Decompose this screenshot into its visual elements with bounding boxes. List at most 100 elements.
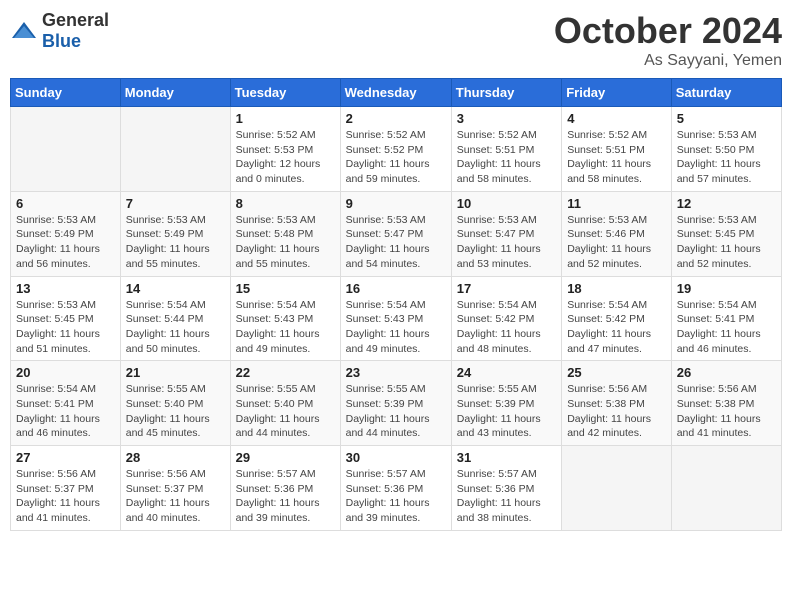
day-info: Sunrise: 5:53 AM Sunset: 5:49 PM Dayligh… [16,213,115,272]
calendar-cell: 4 Sunrise: 5:52 AM Sunset: 5:51 PM Daylig… [562,107,672,192]
title-area: October 2024 As Sayyani, Yemen [554,10,782,70]
day-info: Sunrise: 5:52 AM Sunset: 5:51 PM Dayligh… [457,128,556,187]
day-info: Sunrise: 5:54 AM Sunset: 5:41 PM Dayligh… [16,382,115,441]
day-info: Sunrise: 5:53 AM Sunset: 5:47 PM Dayligh… [346,213,446,272]
day-number: 19 [677,281,776,296]
day-info: Sunrise: 5:52 AM Sunset: 5:53 PM Dayligh… [236,128,335,187]
day-info: Sunrise: 5:57 AM Sunset: 5:36 PM Dayligh… [457,467,556,526]
day-info: Sunrise: 5:54 AM Sunset: 5:43 PM Dayligh… [346,298,446,357]
day-number: 26 [677,365,776,380]
day-info: Sunrise: 5:54 AM Sunset: 5:42 PM Dayligh… [457,298,556,357]
day-number: 8 [236,196,335,211]
day-number: 15 [236,281,335,296]
day-number: 5 [677,111,776,126]
day-info: Sunrise: 5:55 AM Sunset: 5:40 PM Dayligh… [126,382,225,441]
calendar-cell: 23 Sunrise: 5:55 AM Sunset: 5:39 PM Dayli… [340,361,451,446]
calendar-cell: 11 Sunrise: 5:53 AM Sunset: 5:46 PM Dayli… [562,191,672,276]
day-info: Sunrise: 5:54 AM Sunset: 5:44 PM Dayligh… [126,298,225,357]
day-number: 11 [567,196,666,211]
day-number: 14 [126,281,225,296]
day-info: Sunrise: 5:52 AM Sunset: 5:51 PM Dayligh… [567,128,666,187]
calendar-cell: 3 Sunrise: 5:52 AM Sunset: 5:51 PM Daylig… [451,107,561,192]
day-number: 18 [567,281,666,296]
day-number: 12 [677,196,776,211]
day-number: 16 [346,281,446,296]
day-info: Sunrise: 5:54 AM Sunset: 5:42 PM Dayligh… [567,298,666,357]
day-info: Sunrise: 5:57 AM Sunset: 5:36 PM Dayligh… [236,467,335,526]
day-info: Sunrise: 5:56 AM Sunset: 5:38 PM Dayligh… [677,382,776,441]
day-number: 22 [236,365,335,380]
day-info: Sunrise: 5:53 AM Sunset: 5:50 PM Dayligh… [677,128,776,187]
calendar-cell: 29 Sunrise: 5:57 AM Sunset: 5:36 PM Dayli… [230,446,340,531]
day-info: Sunrise: 5:54 AM Sunset: 5:41 PM Dayligh… [677,298,776,357]
logo: General Blue [10,10,109,52]
calendar-cell: 28 Sunrise: 5:56 AM Sunset: 5:37 PM Dayli… [120,446,230,531]
day-number: 17 [457,281,556,296]
day-number: 29 [236,450,335,465]
day-number: 28 [126,450,225,465]
calendar-cell: 6 Sunrise: 5:53 AM Sunset: 5:49 PM Daylig… [11,191,121,276]
day-number: 23 [346,365,446,380]
day-info: Sunrise: 5:53 AM Sunset: 5:45 PM Dayligh… [677,213,776,272]
logo-icon [10,20,38,42]
day-number: 3 [457,111,556,126]
day-info: Sunrise: 5:56 AM Sunset: 5:37 PM Dayligh… [16,467,115,526]
week-row-2: 6 Sunrise: 5:53 AM Sunset: 5:49 PM Daylig… [11,191,782,276]
day-number: 13 [16,281,115,296]
calendar-cell: 19 Sunrise: 5:54 AM Sunset: 5:41 PM Dayli… [671,276,781,361]
day-number: 21 [126,365,225,380]
calendar-cell: 31 Sunrise: 5:57 AM Sunset: 5:36 PM Dayli… [451,446,561,531]
calendar-cell: 25 Sunrise: 5:56 AM Sunset: 5:38 PM Dayli… [562,361,672,446]
calendar-cell: 22 Sunrise: 5:55 AM Sunset: 5:40 PM Dayli… [230,361,340,446]
day-number: 30 [346,450,446,465]
calendar-cell: 5 Sunrise: 5:53 AM Sunset: 5:50 PM Daylig… [671,107,781,192]
day-info: Sunrise: 5:53 AM Sunset: 5:46 PM Dayligh… [567,213,666,272]
day-number: 31 [457,450,556,465]
weekday-header-row: SundayMondayTuesdayWednesdayThursdayFrid… [11,79,782,107]
day-info: Sunrise: 5:53 AM Sunset: 5:49 PM Dayligh… [126,213,225,272]
day-info: Sunrise: 5:55 AM Sunset: 5:39 PM Dayligh… [457,382,556,441]
day-number: 6 [16,196,115,211]
weekday-monday: Monday [120,79,230,107]
weekday-wednesday: Wednesday [340,79,451,107]
day-number: 27 [16,450,115,465]
day-number: 25 [567,365,666,380]
day-info: Sunrise: 5:56 AM Sunset: 5:37 PM Dayligh… [126,467,225,526]
weekday-sunday: Sunday [11,79,121,107]
week-row-1: 1Sunrise: 5:52 AM Sunset: 5:53 PM Daylig… [11,107,782,192]
logo-general: General [42,10,109,30]
calendar-cell: 15 Sunrise: 5:54 AM Sunset: 5:43 PM Dayli… [230,276,340,361]
day-info: Sunrise: 5:53 AM Sunset: 5:48 PM Dayligh… [236,213,335,272]
calendar-cell [120,107,230,192]
weekday-saturday: Saturday [671,79,781,107]
calendar-cell: 1Sunrise: 5:52 AM Sunset: 5:53 PM Daylig… [230,107,340,192]
calendar-cell: 10Sunrise: 5:53 AM Sunset: 5:47 PM Dayli… [451,191,561,276]
day-number: 4 [567,111,666,126]
calendar-cell: 2Sunrise: 5:52 AM Sunset: 5:52 PM Daylig… [340,107,451,192]
day-number: 20 [16,365,115,380]
day-number: 2 [346,111,446,126]
day-number: 10 [457,196,556,211]
day-info: Sunrise: 5:55 AM Sunset: 5:40 PM Dayligh… [236,382,335,441]
day-info: Sunrise: 5:53 AM Sunset: 5:45 PM Dayligh… [16,298,115,357]
location-title: As Sayyani, Yemen [554,52,782,70]
calendar-cell: 9Sunrise: 5:53 AM Sunset: 5:47 PM Daylig… [340,191,451,276]
day-info: Sunrise: 5:54 AM Sunset: 5:43 PM Dayligh… [236,298,335,357]
week-row-4: 20 Sunrise: 5:54 AM Sunset: 5:41 PM Dayli… [11,361,782,446]
weekday-tuesday: Tuesday [230,79,340,107]
week-row-3: 13 Sunrise: 5:53 AM Sunset: 5:45 PM Dayli… [11,276,782,361]
week-row-5: 27 Sunrise: 5:56 AM Sunset: 5:37 PM Dayli… [11,446,782,531]
calendar-cell: 7 Sunrise: 5:53 AM Sunset: 5:49 PM Daylig… [120,191,230,276]
month-title: October 2024 [554,10,782,52]
calendar-cell [11,107,121,192]
calendar-cell: 13 Sunrise: 5:53 AM Sunset: 5:45 PM Dayli… [11,276,121,361]
calendar-cell: 12 Sunrise: 5:53 AM Sunset: 5:45 PM Dayli… [671,191,781,276]
day-info: Sunrise: 5:56 AM Sunset: 5:38 PM Dayligh… [567,382,666,441]
day-info: Sunrise: 5:57 AM Sunset: 5:36 PM Dayligh… [346,467,446,526]
calendar-cell: 18 Sunrise: 5:54 AM Sunset: 5:42 PM Dayli… [562,276,672,361]
calendar-cell [562,446,672,531]
day-info: Sunrise: 5:55 AM Sunset: 5:39 PM Dayligh… [346,382,446,441]
page-header: General Blue October 2024 As Sayyani, Ye… [10,10,782,70]
day-number: 7 [126,196,225,211]
calendar-cell: 8 Sunrise: 5:53 AM Sunset: 5:48 PM Daylig… [230,191,340,276]
